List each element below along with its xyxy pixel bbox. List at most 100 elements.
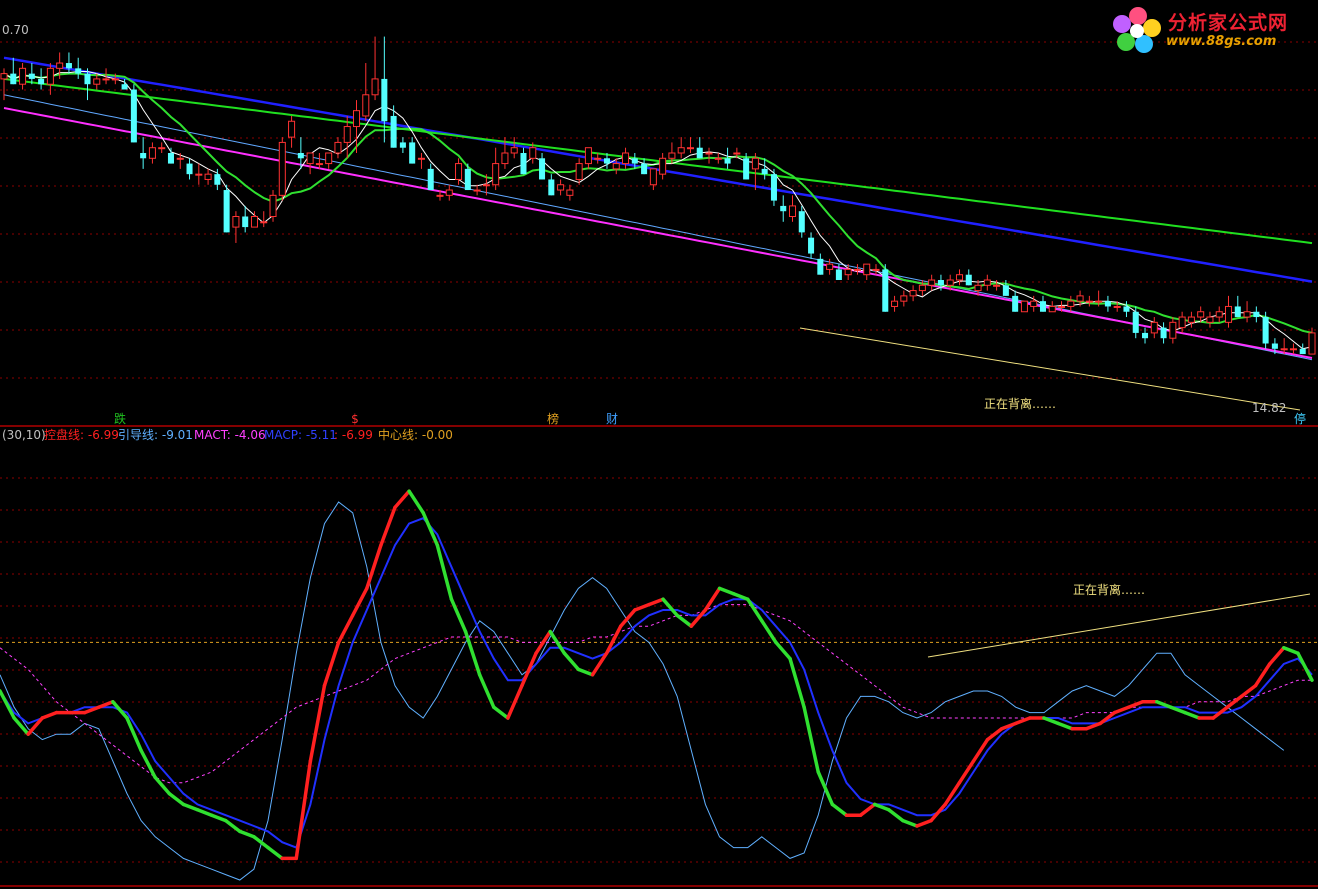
control-line-segment	[745, 597, 764, 623]
candle-body-down	[10, 73, 17, 85]
control-line-segment	[1183, 710, 1201, 720]
candle-body-up	[158, 147, 166, 150]
indicator-readout: 中心线: -0.00	[378, 427, 453, 442]
ma-long-blue-line	[3, 56, 1313, 283]
control-line-segment	[971, 737, 990, 763]
indicator-readout: 引导线: -9.01	[118, 428, 193, 442]
candle-body-up	[529, 147, 537, 159]
candle-body-up	[677, 147, 685, 154]
candle-body-down	[167, 153, 174, 164]
candle-body-up	[482, 184, 490, 187]
control-line-segment	[1296, 651, 1314, 682]
candle-body-up	[195, 173, 203, 176]
control-line-segment	[1126, 700, 1145, 709]
candle-body-up	[455, 163, 463, 180]
candle-body-up	[111, 78, 119, 81]
logo-url: www.88gs.com	[1166, 34, 1277, 49]
control-line-segment	[1239, 683, 1258, 699]
candle-body-down	[1299, 348, 1306, 355]
candle-body-up	[1178, 316, 1186, 329]
candle-body-up	[102, 78, 110, 81]
macp-line	[0, 501, 1285, 881]
control-line-segment	[675, 613, 694, 628]
candle-body-up	[315, 163, 323, 166]
control-line-segment	[858, 802, 877, 817]
candle-body-up	[1187, 316, 1195, 323]
candle-body-up	[1113, 305, 1121, 308]
candle-body-up	[918, 284, 926, 292]
indicator-divergence-line	[927, 593, 1311, 658]
candle-body-up	[1067, 300, 1075, 307]
candle-body-up	[19, 67, 27, 85]
control-line-segment	[1267, 646, 1286, 666]
site-logo: 分析家公式网 www.88gs.com	[1110, 4, 1310, 54]
control-line-segment	[1225, 694, 1244, 709]
candle-body-up	[1169, 321, 1177, 339]
control-line-segment	[576, 667, 595, 677]
candle-body-up	[352, 110, 361, 128]
candle-body-down	[1132, 311, 1139, 333]
candle-body-down	[214, 174, 221, 185]
control-line-segment	[266, 845, 284, 861]
candle-body-down	[724, 158, 731, 164]
candle-body-up	[946, 279, 954, 286]
candle-body-down	[409, 142, 416, 164]
candle-body-down	[631, 158, 638, 164]
signal-marker: 停	[1294, 411, 1306, 426]
candle-body-up	[974, 284, 982, 292]
candle-body-up	[501, 152, 509, 165]
signal-marker: 财	[606, 412, 618, 426]
control-line-segment	[1056, 721, 1074, 731]
candle-body-down	[808, 237, 815, 254]
candle-body-up	[714, 157, 722, 160]
candle-body-up	[993, 284, 1001, 287]
candle-body-up	[955, 274, 964, 281]
logo-title: 分析家公式网	[1168, 12, 1289, 34]
control-line-segment	[492, 705, 510, 720]
candle-body-down	[937, 280, 944, 286]
candle-body-up	[733, 152, 741, 155]
candle-body-up	[1048, 305, 1056, 313]
candle-body-down	[297, 153, 304, 159]
candle-body-down	[1262, 317, 1269, 344]
control-line-segment	[929, 802, 947, 823]
control-line-segment	[181, 802, 200, 812]
control-line-segment	[717, 586, 736, 596]
mact-line	[0, 604, 1312, 784]
control-line-segment	[407, 489, 425, 515]
candle-body-up	[176, 157, 184, 160]
control-line-segment	[802, 705, 820, 774]
candle-body-down	[1271, 343, 1278, 349]
candle-body-down	[140, 153, 147, 159]
low-price-label: 14.82	[1252, 401, 1286, 415]
control-line-segment	[393, 489, 411, 510]
candle-body-down	[121, 84, 128, 90]
candle-body-up	[1030, 300, 1038, 307]
candle-body-down	[223, 190, 230, 233]
candle-body-up	[566, 189, 574, 196]
candle-body-up	[362, 94, 370, 117]
stock-chart: 0.70正在背离…… 14.82跌 $ 榜财停正在背离……(30,10)控盘线: -6…	[0, 23, 1318, 887]
candle-body-up	[371, 78, 379, 96]
candle-body-down	[427, 168, 434, 191]
candle-body-down	[965, 274, 972, 286]
candle-body-up	[260, 221, 268, 224]
candle-body-down	[641, 163, 648, 175]
candle-body-down	[1002, 285, 1009, 296]
control-line-segment	[139, 748, 157, 780]
signal-marker: 跌	[114, 411, 126, 426]
candle-body-up	[288, 120, 296, 138]
candle-body-down	[603, 158, 610, 164]
candle-body-down	[761, 168, 768, 175]
indicator-readout: : -6.99	[334, 428, 373, 442]
candle-body-up	[510, 147, 518, 154]
control-line-segment	[435, 543, 454, 601]
candle-body-up	[826, 263, 834, 270]
candle-body-up	[56, 62, 64, 69]
candle-body-down	[1253, 311, 1260, 318]
control-line-segment	[633, 602, 651, 612]
candle-body-up	[1280, 348, 1288, 351]
indicator-readout: MACT: -4.06	[194, 428, 266, 442]
candle-body-up	[863, 263, 871, 276]
candle-body-up	[0, 73, 8, 80]
